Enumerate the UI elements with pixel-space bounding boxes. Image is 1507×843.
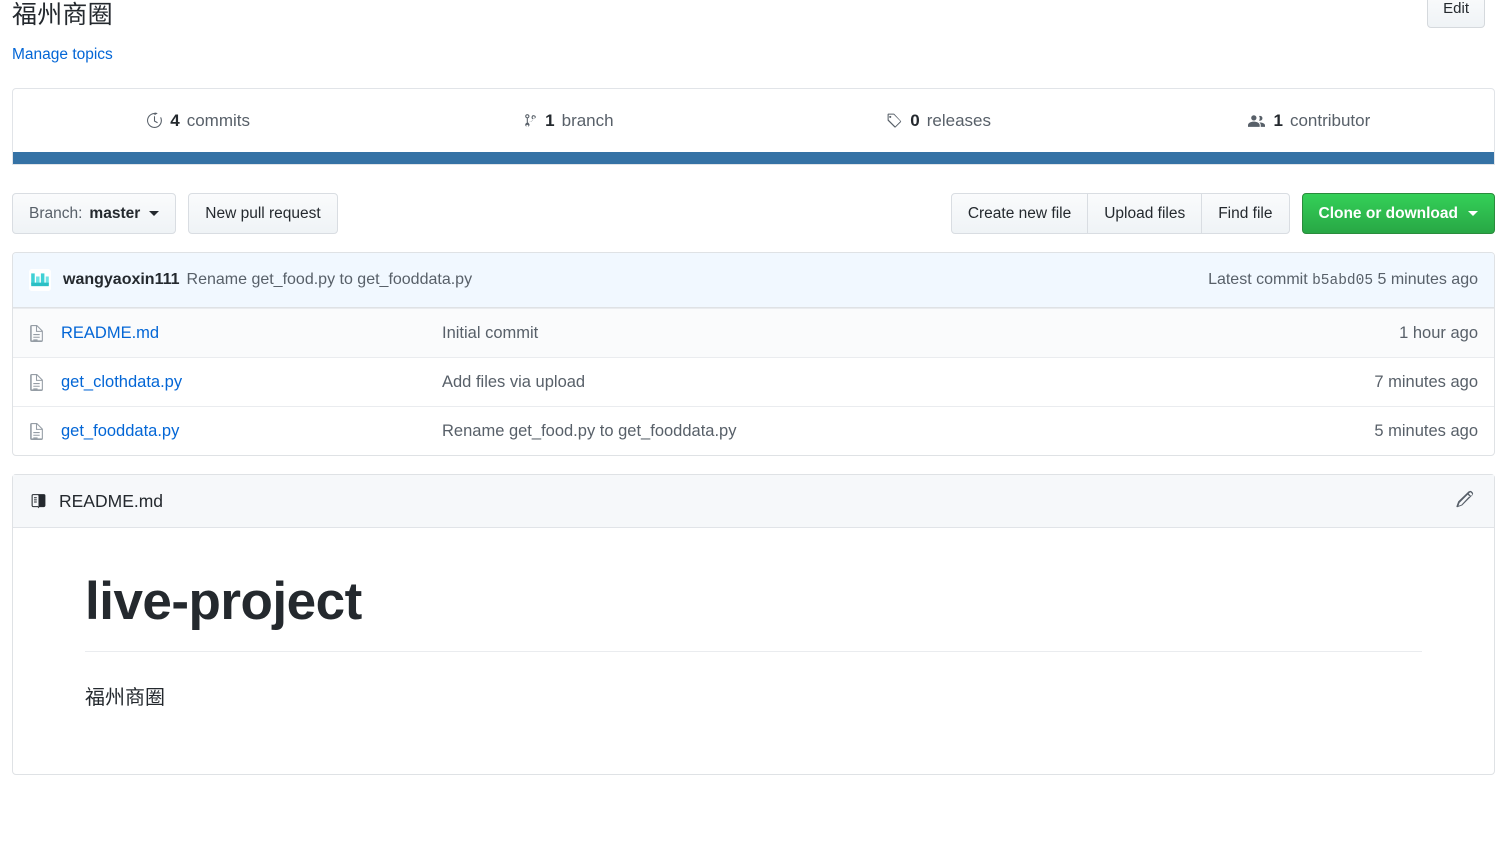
stat-commits-label: commits [186,110,250,130]
chevron-down-icon [149,210,160,216]
repository-page: 福州商圈 Manage topics Edit 4 commits 1 bran… [0,0,1507,843]
stat-branches-count: 1 [545,110,555,130]
branch-name-label: master [89,204,141,222]
language-segment-python[interactable] [13,152,1494,164]
latest-commit-meta: Latest commit b5abd05 5 minutes ago [1208,271,1478,289]
stat-contributors-label: contributor [1289,110,1371,130]
branch-prefix-label: Branch: [29,204,83,222]
stat-contributors-count: 1 [1273,110,1283,130]
repository-overview: 4 commits 1 branch 0 releases 1 contribu… [12,88,1495,165]
commit-message-link[interactable]: Rename get_food.py to get_fooddata.py [187,271,473,289]
chevron-down-icon [1468,210,1478,216]
latest-commit-age: 5 minutes ago [1377,271,1478,288]
commit-author-link[interactable]: wangyaoxin111 [63,271,180,289]
readme-content: live-project 福州商圈 [13,528,1494,774]
stat-releases-label: releases [926,110,991,130]
stat-contributors[interactable]: 1 contributor [1124,89,1494,152]
edit-button[interactable]: Edit [1427,0,1485,28]
file-icon [29,422,49,440]
file-commit-age: 5 minutes ago [1374,421,1478,440]
edit-readme-button[interactable] [1450,486,1478,517]
stat-branches-label: branch [561,110,614,130]
stat-branches[interactable]: 1 branch [383,89,753,152]
readme-title: README.md [59,490,164,511]
create-new-file-button[interactable]: Create new file [950,192,1089,234]
file-name-link[interactable]: get_fooddata.py [61,422,442,441]
table-row[interactable]: get_fooddata.py Rename get_food.py to ge… [13,406,1494,455]
commit-sha[interactable]: b5abd05 [1312,273,1373,289]
repository-stats: 4 commits 1 branch 0 releases 1 contribu… [13,89,1494,152]
file-name-link[interactable]: get_clothdata.py [61,373,442,392]
latest-commit-bar: wangyaoxin111 Rename get_food.py to get_… [13,253,1494,308]
clone-or-download-label: Clone or download [1318,204,1459,222]
upload-files-button[interactable]: Upload files [1087,192,1203,234]
readme-header: README.md [13,475,1494,528]
stat-releases[interactable]: 0 releases [754,89,1124,152]
file-commit-message[interactable]: Initial commit [442,324,1399,343]
stat-commits-count: 4 [170,110,180,130]
file-listing: wangyaoxin111 Rename get_food.py to get_… [12,252,1495,456]
table-row[interactable]: README.md Initial commit 1 hour ago [13,308,1494,357]
file-commit-message[interactable]: Rename get_food.py to get_fooddata.py [442,422,1374,441]
branch-selector-button[interactable]: Branch: master [12,192,177,234]
file-icon [29,324,49,342]
table-row[interactable]: get_clothdata.py Add files via upload 7 … [13,357,1494,406]
language-bar [13,152,1494,164]
find-file-button[interactable]: Find file [1201,192,1290,234]
repository-description: 福州商圈 [12,1,113,29]
file-name-link[interactable]: README.md [61,324,442,343]
stat-commits[interactable]: 4 commits [13,89,383,152]
repository-header: 福州商圈 Manage topics Edit [12,0,1495,64]
clone-or-download-button[interactable]: Clone or download [1301,192,1495,234]
tag-icon [886,112,903,129]
git-branch-icon [523,112,538,129]
new-pull-request-button[interactable]: New pull request [188,192,338,234]
avatar[interactable] [29,269,51,291]
repository-toolbar: Branch: master New pull request Create n… [12,192,1495,234]
file-commit-message[interactable]: Add files via upload [442,373,1374,392]
book-icon [29,493,48,510]
readme-panel: README.md live-project 福州商圈 [12,474,1495,775]
pencil-icon [1454,490,1474,513]
stat-releases-count: 0 [910,110,920,130]
file-commit-age: 7 minutes ago [1374,372,1478,391]
people-icon [1247,112,1266,129]
readme-paragraph: 福州商圈 [85,687,165,710]
history-icon [146,112,163,129]
readme-heading: live-project [85,572,1422,653]
file-icon [29,373,49,391]
manage-topics-link[interactable]: Manage topics [12,46,113,64]
latest-commit-prefix: Latest commit [1208,271,1308,288]
file-commit-age: 1 hour ago [1399,323,1478,342]
file-actions-group: Create new file Upload files Find file [950,192,1290,234]
